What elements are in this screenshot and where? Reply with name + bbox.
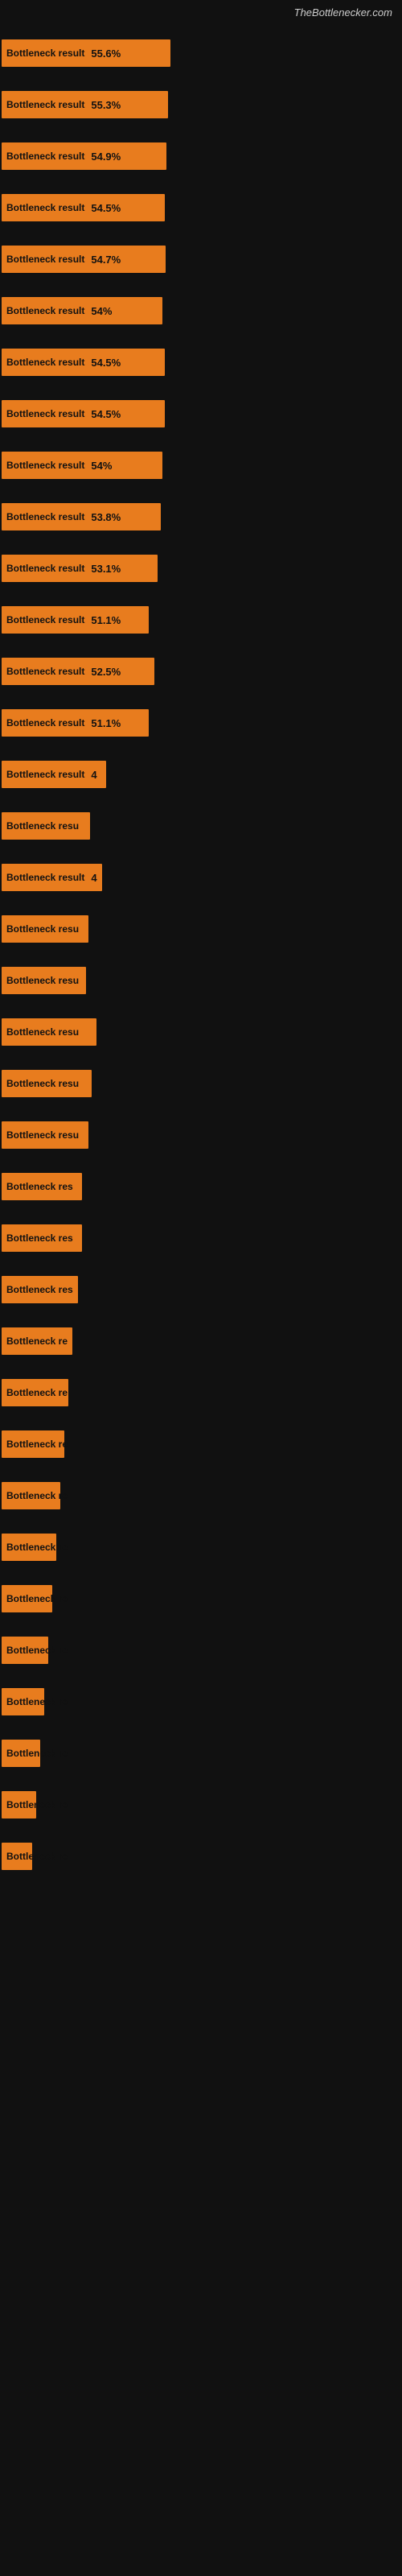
bar-value: 4 [91,769,96,781]
bar-label: Bottleneck re [6,1439,71,1450]
bar-label: Bottleneck result [6,202,88,213]
bar-row: Bottleneck resu [2,1120,402,1150]
bar-row: Bottleneck re [2,1686,402,1717]
bar-row: Bottleneck resu [2,1017,402,1047]
bar-value: 51.1% [91,614,121,626]
bar-row: Bottleneck result54.5% [2,192,402,223]
bar-value: 54% [91,460,112,472]
bar-label: Bottleneck re [6,1387,71,1398]
bar-label: Bottleneck result [6,47,88,59]
bar-row: Bottleneck re [2,1738,402,1769]
bar-row: Bottleneck re [2,1326,402,1356]
bar-value: 53.8% [91,511,121,523]
bar-value: 4 [91,872,96,884]
bar-row: Bottleneck result54.7% [2,244,402,275]
bar-row: Bottleneck result54.9% [2,141,402,171]
bar-row: Bottleneck result52.5% [2,656,402,687]
bar-row: Bottleneck re [2,1429,402,1459]
bar-label: Bottleneck result [6,460,88,471]
bar-value: 54.5% [91,202,121,214]
bar-row: Bottleneck result55.3% [2,89,402,120]
bar-value: 54.5% [91,408,121,420]
bar-row: Bottleneck re [2,1841,402,1872]
bar-row: Bottleneck re [2,1480,402,1511]
bar-row: Bottleneck result51.1% [2,708,402,738]
bar-label: Bottleneck result [6,666,88,677]
bar-label: Bottleneck result [6,357,88,368]
bar-label: Bottleneck re [6,1748,71,1759]
bar-label: Bottleneck re [6,1696,71,1707]
bar-label: Bottleneck res [6,1181,76,1192]
bar-label: Bottleneck resu [6,1078,82,1089]
bar-value: 51.1% [91,717,121,729]
bar-row: Bottleneck res [2,1223,402,1253]
bars-list: Bottleneck result55.6%Bottleneck result5… [0,22,402,1872]
bar-value: 54.7% [91,254,121,266]
bar-row: Bottleneck re [2,1583,402,1614]
bar-label: Bottleneck result [6,614,88,625]
bar-row: Bottleneck result4 [2,862,402,893]
bar-row: Bottleneck result4 [2,759,402,790]
bar-row: Bottleneck result54% [2,295,402,326]
bar-row: Bottleneck result54.5% [2,398,402,429]
bar-value: 54% [91,305,112,317]
bar-label: Bottleneck result [6,563,88,574]
bar-label: Bottleneck result [6,511,88,522]
bar-row: Bottleneck re [2,1532,402,1563]
bar-row: Bottleneck re [2,1377,402,1408]
bar-value: 53.1% [91,563,121,575]
bar-label: Bottleneck re [6,1542,71,1553]
bar-label: Bottleneck resu [6,975,82,986]
bar-row: Bottleneck resu [2,1068,402,1099]
bar-label: Bottleneck result [6,717,88,729]
bar-label: Bottleneck resu [6,1129,82,1141]
bar-label: Bottleneck result [6,408,88,419]
bar-value: 54.5% [91,357,121,369]
bar-value: 54.9% [91,151,121,163]
bar-value: 52.5% [91,666,121,678]
bar-row: Bottleneck resu [2,811,402,841]
bar-label: Bottleneck resu [6,1026,82,1038]
bar-row: Bottleneck re [2,1635,402,1666]
bar-label: Bottleneck result [6,99,88,110]
bar-value: 55.6% [91,47,121,60]
bar-row: Bottleneck result54% [2,450,402,481]
bar-label: Bottleneck re [6,1490,71,1501]
bar-label: Bottleneck re [6,1799,71,1810]
bar-row: Bottleneck result54.5% [2,347,402,378]
bar-label: Bottleneck result [6,305,88,316]
bar-label: Bottleneck resu [6,820,82,832]
bar-label: Bottleneck re [6,1851,71,1862]
bar-label: Bottleneck result [6,872,88,883]
bar-label: Bottleneck res [6,1284,76,1295]
bar-label: Bottleneck re [6,1593,71,1604]
bar-row: Bottleneck result53.8% [2,502,402,532]
bar-label: Bottleneck result [6,151,88,162]
bar-row: Bottleneck res [2,1274,402,1305]
bar-label: Bottleneck re [6,1645,71,1656]
bar-row: Bottleneck result53.1% [2,553,402,584]
bar-label: Bottleneck resu [6,923,82,935]
bar-row: Bottleneck re [2,1790,402,1820]
bar-row: Bottleneck res [2,1171,402,1202]
bar-label: Bottleneck re [6,1335,71,1347]
bar-value: 55.3% [91,99,121,111]
bar-row: Bottleneck result51.1% [2,605,402,635]
bar-label: Bottleneck result [6,769,88,780]
bar-label: Bottleneck res [6,1232,76,1244]
bar-row: Bottleneck resu [2,965,402,996]
bar-label: Bottleneck result [6,254,88,265]
site-title: TheBottlenecker.com [0,0,402,22]
bar-row: Bottleneck result55.6% [2,38,402,68]
bar-row: Bottleneck resu [2,914,402,944]
